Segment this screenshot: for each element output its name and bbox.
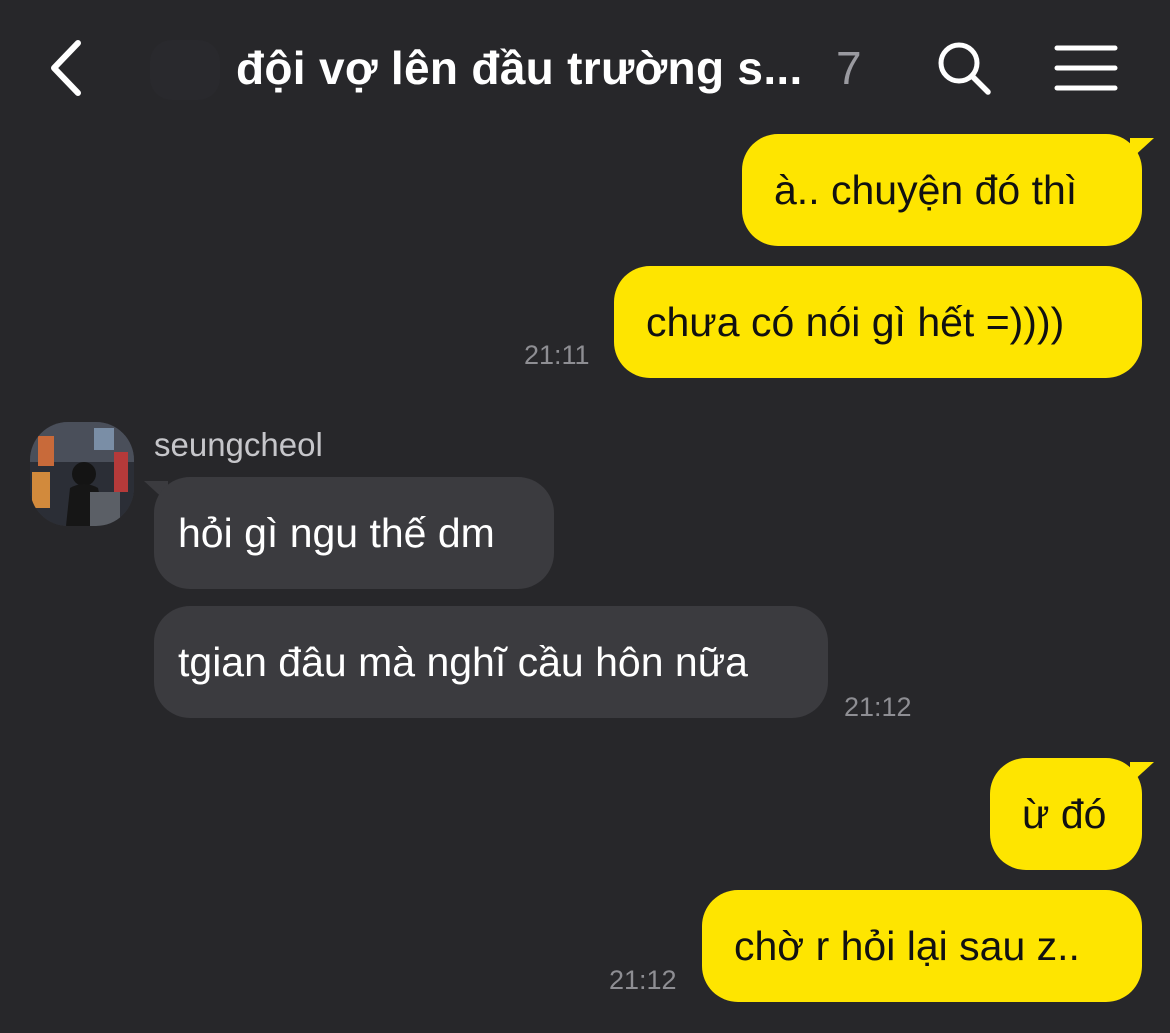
menu-button[interactable] — [1050, 36, 1122, 100]
hamburger-menu-icon — [1054, 45, 1118, 91]
their-message-bubble[interactable]: tgian đâu mà nghĩ cầu hôn nữa — [154, 606, 828, 718]
message-timestamp: 21:12 — [609, 965, 677, 995]
message-text: à.. chuyện đó thì — [774, 166, 1078, 213]
message-timestamp: 21:11 — [524, 340, 590, 370]
my-message-bubble[interactable]: à.. chuyện đó thì — [742, 134, 1142, 246]
message-text: chờ r hỏi lại sau z.. — [734, 922, 1080, 969]
message-text: hỏi gì ngu thế dm — [178, 509, 495, 556]
message-text: ừ đó — [1022, 790, 1107, 837]
back-button[interactable] — [36, 28, 96, 108]
search-icon — [938, 42, 991, 95]
my-message-bubble[interactable]: chờ r hỏi lại sau z.. — [702, 890, 1142, 1002]
their-message-bubble[interactable]: hỏi gì ngu thế dm — [154, 477, 554, 589]
message-timestamp: 21:12 — [844, 692, 912, 722]
member-count: 7 — [836, 42, 862, 94]
chat-room-avatar — [150, 40, 220, 100]
message-text: tgian đâu mà nghĩ cầu hôn nữa — [178, 638, 748, 685]
avatar-photo — [30, 422, 134, 526]
sender-name: seungcheol — [154, 426, 323, 463]
chat-title[interactable]: đội vợ lên đầu trường s... — [236, 36, 803, 100]
avatar[interactable] — [30, 422, 134, 526]
my-message-bubble[interactable]: chưa có nói gì hết =)))) — [614, 266, 1142, 378]
chat-header: đội vợ lên đầu trường s... 7 — [0, 0, 1170, 130]
message-text: chưa có nói gì hết =)))) — [646, 298, 1065, 345]
search-button[interactable] — [932, 36, 996, 100]
my-message-bubble[interactable]: ừ đó — [990, 758, 1142, 870]
chevron-left-icon — [51, 40, 81, 96]
